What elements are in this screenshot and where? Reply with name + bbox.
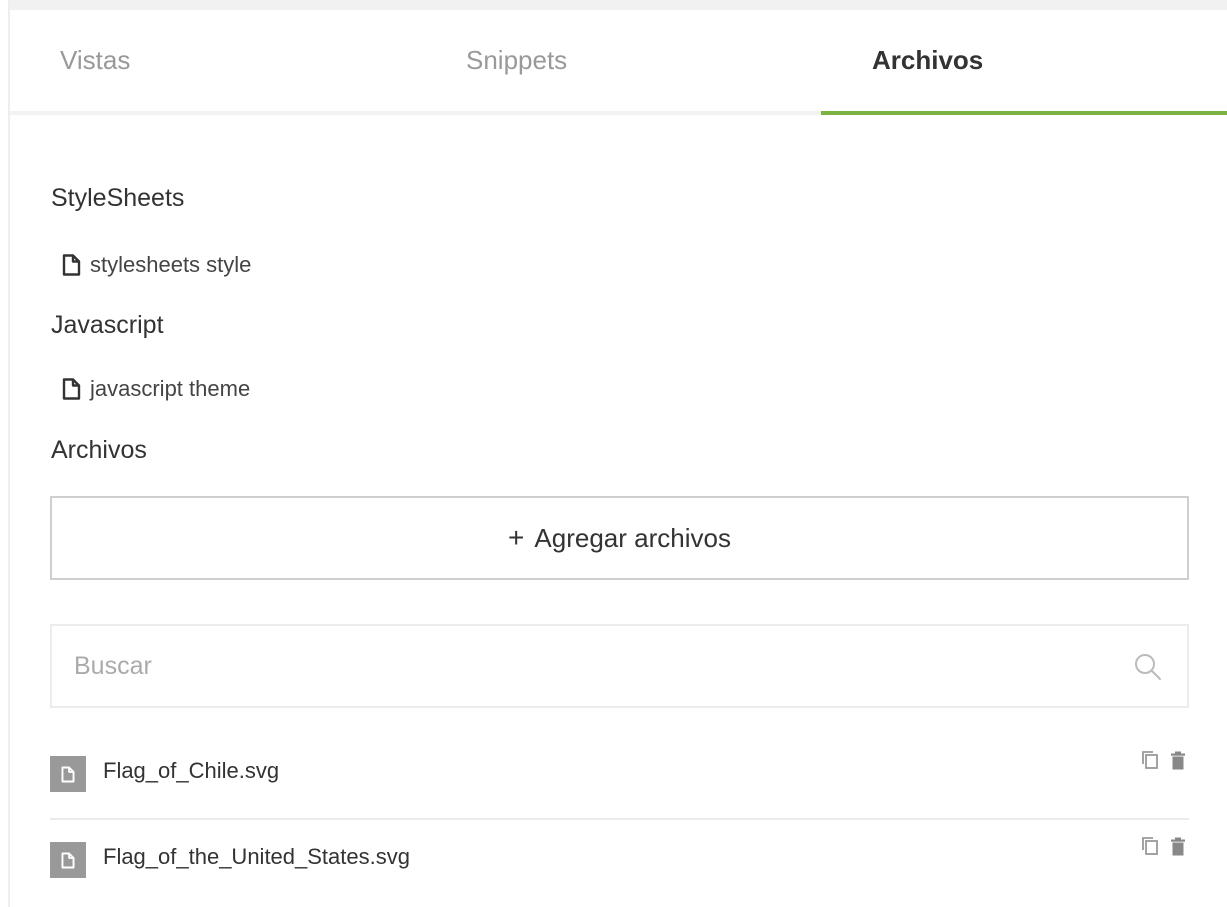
- copy-icon[interactable]: [1139, 834, 1161, 858]
- add-files-label: Agregar archivos: [534, 522, 731, 553]
- file-badge: [50, 756, 86, 792]
- file-manager-panel: Vistas Snippets Archivos StyleSheets sty…: [0, 0, 1227, 907]
- section-title-stylesheets: StyleSheets: [51, 184, 185, 212]
- file-row[interactable]: Flag_of_Chile.svg: [50, 744, 1189, 804]
- section-title-javascript: Javascript: [51, 311, 164, 339]
- section-title-archivos: Archivos: [51, 436, 147, 464]
- tab-vistas[interactable]: Vistas: [60, 10, 360, 115]
- javascript-link[interactable]: javascript theme: [62, 376, 250, 402]
- file-icon: [61, 852, 75, 868]
- search-input[interactable]: [74, 626, 1114, 706]
- row-divider: [50, 818, 1189, 820]
- add-files-button[interactable]: + Agregar archivos: [50, 496, 1189, 580]
- search-box: [50, 624, 1189, 708]
- plus-icon: +: [508, 522, 525, 553]
- search-icon[interactable]: [1133, 652, 1163, 682]
- tab-archivos[interactable]: Archivos: [821, 10, 1227, 115]
- tab-snippets[interactable]: Snippets: [466, 10, 766, 115]
- file-icon: [62, 378, 81, 400]
- panel-left-edge: [8, 0, 10, 907]
- tab-bar: Vistas Snippets Archivos: [10, 10, 1227, 115]
- trash-icon[interactable]: [1167, 834, 1189, 858]
- file-name: Flag_of_Chile.svg: [103, 758, 280, 783]
- panel-top-edge: [8, 0, 1227, 10]
- file-icon: [62, 254, 81, 276]
- stylesheet-link[interactable]: stylesheets style: [62, 252, 251, 278]
- file-actions: [1133, 834, 1189, 858]
- active-tab-indicator: [821, 111, 1227, 115]
- file-actions: [1133, 748, 1189, 772]
- file-badge: [50, 842, 86, 878]
- trash-icon[interactable]: [1167, 748, 1189, 772]
- file-row[interactable]: Flag_of_the_United_States.svg: [50, 830, 1189, 890]
- stylesheet-link-label: stylesheets style: [90, 252, 252, 277]
- file-name: Flag_of_the_United_States.svg: [103, 844, 410, 869]
- javascript-link-label: javascript theme: [90, 376, 251, 401]
- copy-icon[interactable]: [1139, 748, 1161, 772]
- file-icon: [61, 766, 75, 782]
